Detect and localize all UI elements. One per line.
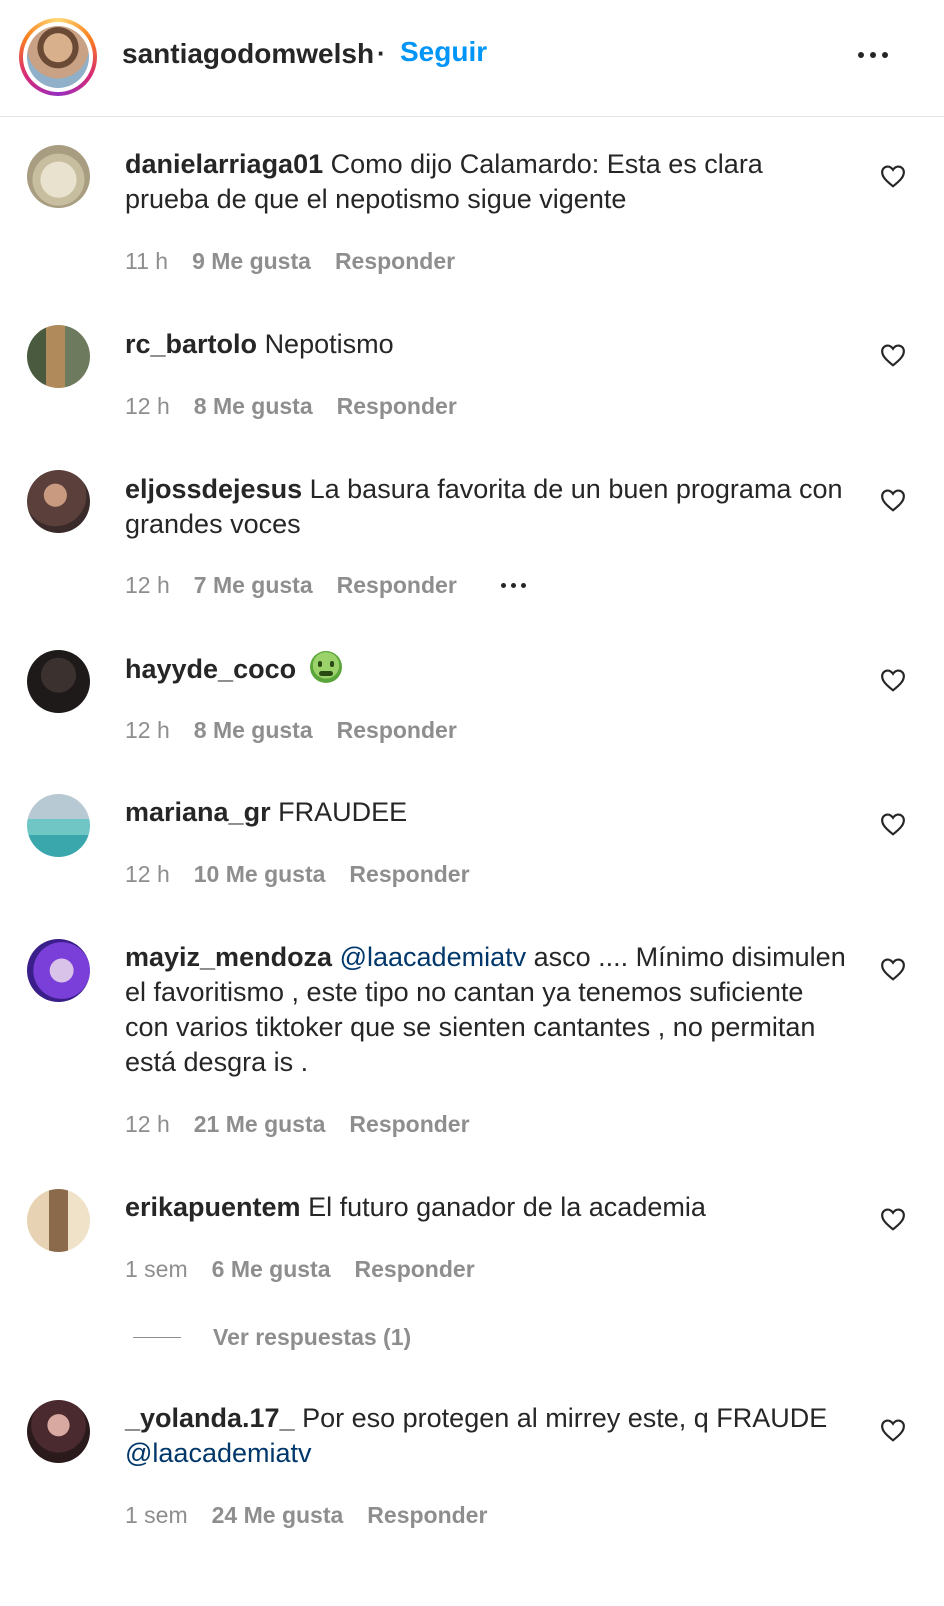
comment-time[interactable]: 12 h xyxy=(125,861,170,888)
heart-icon[interactable] xyxy=(880,164,906,188)
heart-icon[interactable] xyxy=(880,1418,906,1442)
view-replies-label: Ver respuestas (1) xyxy=(213,1324,412,1350)
heart-icon[interactable] xyxy=(880,957,906,981)
nauseated-face-emoji xyxy=(309,651,342,683)
more-options-icon[interactable] xyxy=(858,40,898,70)
comment-username[interactable]: mariana_gr xyxy=(125,797,271,827)
avatar[interactable] xyxy=(27,325,90,388)
avatar[interactable] xyxy=(27,1189,90,1252)
comment-time[interactable]: 11 h xyxy=(125,248,168,275)
replies-divider xyxy=(133,1337,181,1338)
avatar[interactable] xyxy=(27,1400,90,1463)
reply-button[interactable]: Responder xyxy=(337,717,457,744)
header-username[interactable]: santiagodomwelsh xyxy=(122,38,374,70)
comment-username[interactable]: rc_bartolo xyxy=(125,329,257,359)
likes-count[interactable]: 9 Me gusta xyxy=(192,248,311,275)
reply-button[interactable]: Responder xyxy=(335,248,455,275)
reply-button[interactable]: Responder xyxy=(337,572,457,599)
comment-text: Por eso protegen al mirrey este, q FRAUD… xyxy=(302,1403,828,1433)
likes-count[interactable]: 6 Me gusta xyxy=(212,1256,331,1283)
profile-avatar-story-ring[interactable] xyxy=(19,18,97,96)
comment-text: El futuro ganador de la academia xyxy=(308,1192,706,1222)
comment-time[interactable]: 12 h xyxy=(125,1111,170,1138)
heart-icon[interactable] xyxy=(880,488,906,512)
comment-username[interactable]: mayiz_mendoza xyxy=(125,942,332,972)
avatar[interactable] xyxy=(27,939,90,1002)
mention-link[interactable]: @laacademiatv xyxy=(340,942,527,972)
avatar[interactable] xyxy=(27,470,90,533)
comment-options-icon[interactable] xyxy=(500,576,533,596)
likes-count[interactable]: 8 Me gusta xyxy=(194,717,313,744)
reply-button[interactable]: Responder xyxy=(337,393,457,420)
comment-username[interactable]: eljossdejesus xyxy=(125,474,302,504)
comment-time[interactable]: 12 h xyxy=(125,393,170,420)
likes-count[interactable]: 24 Me gusta xyxy=(212,1502,344,1529)
comment-username[interactable]: _yolanda.17_ xyxy=(125,1403,295,1433)
avatar[interactable] xyxy=(27,794,90,857)
mention-link[interactable]: @laacademiatv xyxy=(125,1438,312,1468)
reply-button[interactable]: Responder xyxy=(349,861,469,888)
comment-text: FRAUDEE xyxy=(278,797,408,827)
reply-button[interactable]: Responder xyxy=(349,1111,469,1138)
avatar[interactable] xyxy=(27,145,90,208)
likes-count[interactable]: 10 Me gusta xyxy=(194,861,326,888)
comment-time[interactable]: 12 h xyxy=(125,717,170,744)
post-header: santiagodomwelsh · Seguir xyxy=(0,0,944,117)
comment-time[interactable]: 1 sem xyxy=(125,1256,188,1283)
heart-icon[interactable] xyxy=(880,343,906,367)
heart-icon[interactable] xyxy=(880,668,906,692)
comment-time[interactable]: 1 sem xyxy=(125,1502,188,1529)
reply-button[interactable]: Responder xyxy=(367,1502,487,1529)
likes-count[interactable]: 21 Me gusta xyxy=(194,1111,326,1138)
comment-time[interactable]: 12 h xyxy=(125,572,170,599)
likes-count[interactable]: 8 Me gusta xyxy=(194,393,313,420)
comment-username[interactable]: hayyde_coco xyxy=(125,654,296,684)
reply-button[interactable]: Responder xyxy=(355,1256,475,1283)
follow-button[interactable]: Seguir xyxy=(400,36,487,68)
comment-text: Nepotismo xyxy=(264,329,394,359)
view-replies-button[interactable]: Ver respuestas (1) xyxy=(133,1324,411,1351)
comment-username[interactable]: danielarriaga01 xyxy=(125,149,323,179)
avatar[interactable] xyxy=(27,650,90,713)
comment-username[interactable]: erikapuentem xyxy=(125,1192,301,1222)
separator-dot: · xyxy=(377,38,386,68)
likes-count[interactable]: 7 Me gusta xyxy=(194,572,313,599)
heart-icon[interactable] xyxy=(880,812,906,836)
heart-icon[interactable] xyxy=(880,1207,906,1231)
avatar xyxy=(27,26,89,88)
